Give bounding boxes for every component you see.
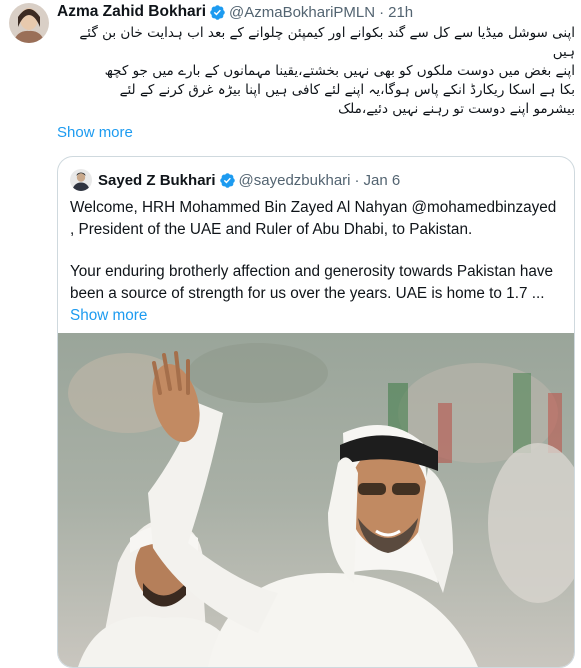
tweet-timestamp[interactable]: 21h [388, 4, 413, 21]
separator-dot: · [379, 3, 385, 21]
tweet-text-line: بکا ہے اسکا ریکارڈ انکے پاس ہوگا،یہ اپنے… [119, 82, 575, 98]
tweet-text-line: بیشرمو اپنے دوست تو رہنے نہیں دئیے،ملک [338, 101, 575, 117]
quoted-author-handle[interactable]: @sayedzbukhari [239, 172, 351, 189]
photo-waving-man [58, 333, 574, 667]
quoted-paragraph-1: Welcome, HRH Mohammed Bin Zayed Al Nahya… [70, 199, 557, 238]
quoted-author-avatar-image [70, 169, 92, 191]
show-more-link[interactable]: Show more [57, 124, 133, 141]
quoted-tweet-text: Welcome, HRH Mohammed Bin Zayed Al Nahya… [70, 197, 562, 327]
quoted-author-name[interactable]: Sayed Z Bukhari [98, 172, 216, 189]
author-name[interactable]: Azma Zahid Bokhari [57, 3, 206, 21]
quoted-tweet-header: Sayed Z Bukhari @sayedzbukhari · Jan 6 [70, 169, 400, 191]
quoted-tweet-photo[interactable] [58, 333, 574, 667]
tweet-text-line: ہیں [552, 44, 575, 60]
quoted-show-more-link[interactable]: Show more [70, 305, 562, 327]
quoted-paragraph-2: Your enduring brotherly affection and ge… [70, 263, 554, 302]
author-avatar-image [9, 3, 49, 43]
quoted-tweet-card[interactable]: Sayed Z Bukhari @sayedzbukhari · Jan 6 W… [57, 156, 575, 668]
verified-badge-icon [210, 4, 225, 20]
author-avatar[interactable] [9, 3, 49, 43]
tweet-text-line: اپنی سوشل میڈیا سے کل سے گند بکوانے اور … [79, 25, 575, 41]
tweet-header: Azma Zahid Bokhari @AzmaBokhariPMLN · 21… [57, 2, 413, 22]
separator-dot: · [354, 171, 360, 189]
quoted-author-avatar[interactable] [70, 169, 92, 191]
quoted-tweet-timestamp[interactable]: Jan 6 [364, 172, 401, 189]
verified-badge-icon [219, 172, 235, 188]
author-handle[interactable]: @AzmaBokhariPMLN [229, 4, 375, 21]
tweet-text-line: اپنے بغض میں دوست ملکوں کو بھی نہیں بخشت… [104, 63, 575, 79]
tweet-text: اپنی سوشل میڈیا سے کل سے گند بکوانے اور … [57, 24, 575, 119]
